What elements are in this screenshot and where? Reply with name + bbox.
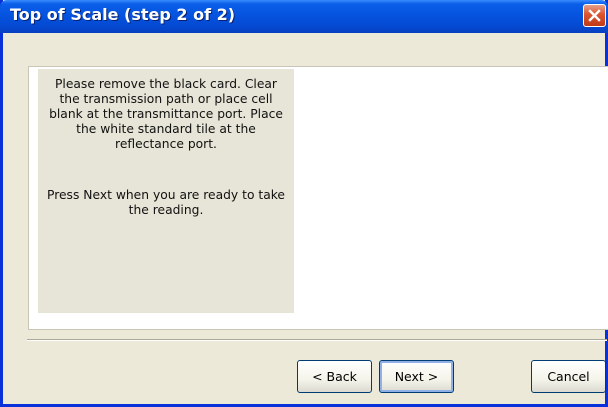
close-icon xyxy=(588,9,601,22)
instruction-text: Please remove the black card. Clear the … xyxy=(49,77,283,151)
wizard-content-area: Please remove the black card. Clear the … xyxy=(28,66,608,330)
back-button[interactable]: < Back xyxy=(297,360,372,393)
close-button[interactable] xyxy=(583,4,606,27)
instruction-panel: Please remove the black card. Clear the … xyxy=(38,69,294,313)
cancel-button[interactable]: Cancel xyxy=(531,360,606,393)
next-instruction-text: Press Next when you are ready to take th… xyxy=(47,188,285,217)
next-button[interactable]: Next > xyxy=(379,360,454,393)
wizard-dialog: Top of Scale (step 2 of 2) Please remove… xyxy=(0,0,608,407)
title-bar[interactable]: Top of Scale (step 2 of 2) xyxy=(0,0,608,33)
window-title: Top of Scale (step 2 of 2) xyxy=(10,5,236,24)
button-separator xyxy=(27,339,607,341)
